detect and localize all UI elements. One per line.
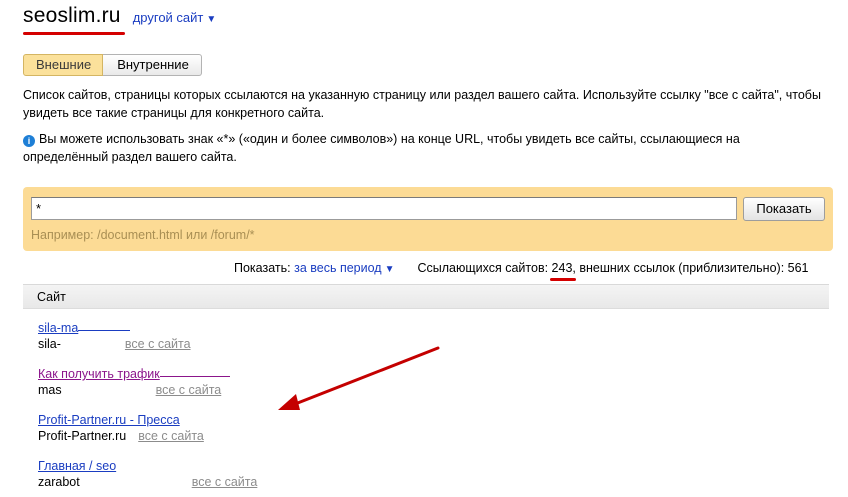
chevron-down-icon: ▼ (384, 264, 395, 275)
site-domain: mas (38, 383, 62, 397)
search-panel: Показать Например: /document.html или /f… (23, 187, 833, 251)
hint: i Вы можете использовать знак «*» («один … (23, 130, 813, 166)
search-example-text: Например: /document.html или /forum/* (31, 228, 255, 242)
red-underline-annotation (549, 278, 576, 281)
all-from-site-link[interactable]: все с сайта (192, 475, 258, 489)
all-from-site-link[interactable]: все с сайта (125, 337, 191, 351)
summary-bar: Показать: за весь период ▼ Ссылающихся са… (234, 261, 809, 281)
site-page-link[interactable]: sila-ma (38, 321, 131, 335)
linking-sites-count-value: 243 (551, 261, 573, 275)
site-page-link[interactable]: Profit-Partner.ru - Пресса (38, 413, 180, 427)
all-from-site-link[interactable]: все с сайта (156, 383, 222, 397)
site-name-text: seoslim.ru (23, 4, 121, 27)
chevron-down-icon: ▼ (206, 14, 217, 25)
site-page-link[interactable]: Как получить трафик (38, 367, 230, 381)
show-label: Показать: (234, 261, 291, 275)
site-name: seoslim.ru (23, 4, 125, 35)
linking-sites-label: Ссылающихся сайтов: (417, 261, 549, 275)
other-site-dropdown[interactable]: другой сайт ▼ (133, 10, 217, 25)
site-domain: sila- (38, 337, 61, 351)
red-arrow-annotation (278, 346, 440, 410)
site-page-link[interactable]: Главная / seo (38, 459, 116, 473)
table-header: Сайт (23, 284, 829, 309)
hint-text: Вы можете использовать знак «*» («один и… (23, 132, 740, 164)
red-underline-annotation (23, 32, 125, 35)
period-label: за весь период (294, 261, 382, 275)
tab-external[interactable]: Внешние (23, 54, 104, 76)
site-domain: Profit-Partner.ru (38, 429, 127, 443)
other-site-label: другой сайт (132, 10, 204, 25)
site-header: seoslim.ru другой сайт ▼ (23, 4, 217, 35)
external-links-count: 561 (787, 261, 809, 275)
url-search-input[interactable] (31, 197, 737, 220)
row-title-line: sila-ma (38, 320, 438, 336)
site-domain: zarabot (38, 475, 80, 489)
column-header-site: Сайт (37, 290, 66, 304)
description-text: Список сайтов, страницы которых ссылаютс… (23, 88, 821, 120)
show-button[interactable]: Показать (743, 197, 825, 221)
links-type-tabs: Внешние Внутренние (23, 54, 202, 76)
info-icon: i (23, 135, 35, 147)
linking-sites-count: 243 (549, 261, 576, 281)
row-title-line: Главная / seo (38, 458, 438, 474)
list-item: Главная / seo zarabot все с сайта (38, 458, 438, 490)
period-dropdown[interactable]: за весь период ▼ (294, 261, 394, 275)
all-from-site-link[interactable]: все с сайта (138, 429, 204, 443)
external-links-label: , внешних ссылок (приблизительно): (572, 261, 785, 275)
tab-internal[interactable]: Внутренние (103, 54, 202, 76)
